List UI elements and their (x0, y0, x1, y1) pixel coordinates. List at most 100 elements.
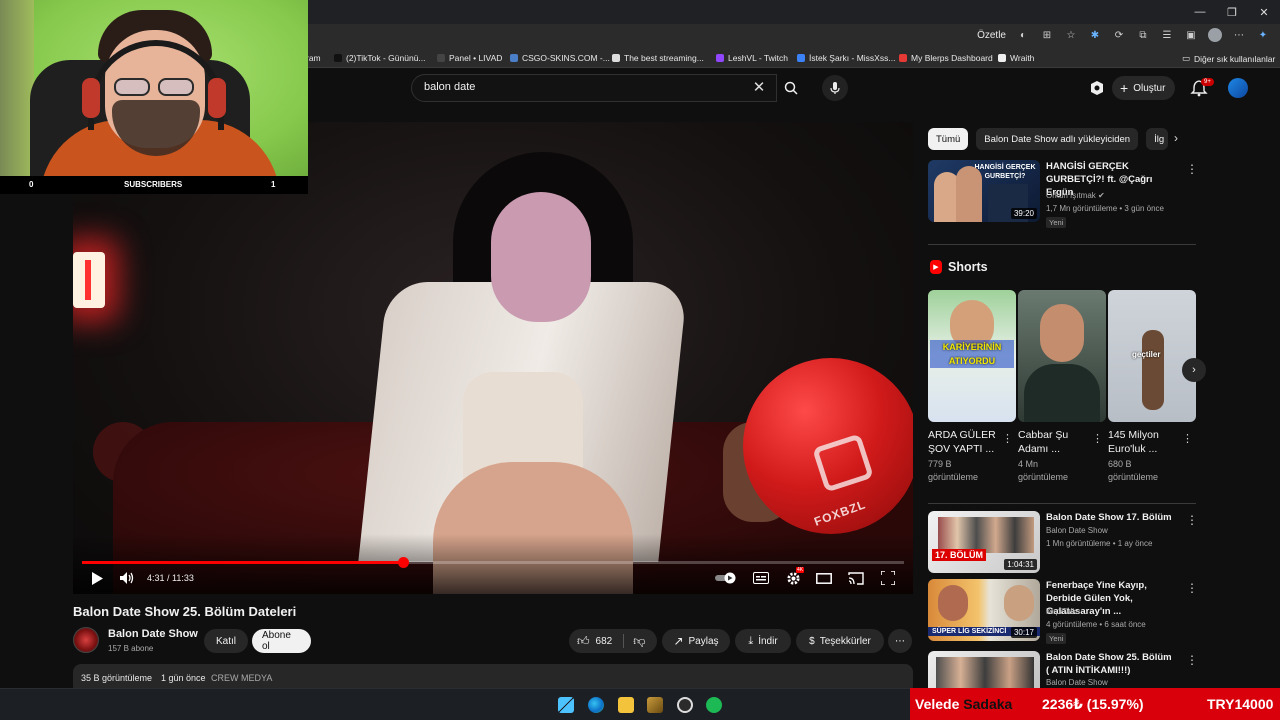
more-actions-button[interactable]: ⋯ (888, 629, 912, 653)
bookmark-favicon-icon (334, 54, 342, 62)
short-title[interactable]: 145 Milyon Euro'luk ... (1108, 428, 1184, 456)
file-explorer-icon[interactable] (618, 697, 634, 713)
subtitles-button[interactable] (752, 570, 770, 586)
search-button[interactable] (777, 74, 805, 102)
video-thumbnail[interactable]: 17. BÖLÜM 1:04:31 (928, 511, 1040, 573)
play-button[interactable] (89, 570, 105, 586)
chevron-right-icon[interactable]: › (1174, 131, 1178, 145)
video-thumbnail[interactable] (928, 651, 1040, 688)
recommended-video[interactable]: 17. BÖLÜM 1:04:31 Balon Date Show 17. Bö… (928, 511, 1198, 573)
collections-icon[interactable]: ▣ (1184, 28, 1198, 42)
join-button[interactable]: Katıl (204, 629, 248, 653)
profile-avatar[interactable] (1208, 28, 1222, 42)
video-thumbnail[interactable]: SÜPER LİG SEKİZİNCİ 30:17 (928, 579, 1040, 641)
duration-badge: 30:17 (1010, 627, 1037, 638)
edge-browser-icon[interactable] (588, 697, 604, 713)
channel-name[interactable]: KirpiTalks (1046, 607, 1080, 616)
search-input[interactable] (424, 81, 744, 93)
recommended-video[interactable]: HANGİSİ GERÇEK GURBETÇİ? 39:20 HANGİSİ G… (928, 160, 1198, 230)
bookmark-item[interactable]: Panel • LIVAD (437, 53, 502, 63)
search-box[interactable] (411, 74, 777, 102)
short-item[interactable]: KARİYERİNİN ATIYORDU ARDA GÜLER ŞOV YAPT… (928, 290, 1016, 484)
theater-mode-button[interactable] (815, 570, 833, 586)
create-button[interactable]: + Oluştur (1112, 76, 1176, 100)
short-title[interactable]: ARDA GÜLER ŞOV YAPTI ... (928, 428, 1004, 456)
extensions-icon[interactable]: ⧉ (1136, 28, 1150, 42)
short-thumbnail[interactable]: KARİYERİNİN ATIYORDU (928, 290, 1016, 422)
apps-icon[interactable]: ⊞ (1040, 28, 1054, 42)
bookmark-item[interactable]: LeshVL - Twitch (716, 53, 788, 63)
bookmark-item[interactable]: İstek Şarkı - MissXss... (797, 53, 895, 63)
copilot-sidebar-icon[interactable]: ✦ (1256, 28, 1270, 42)
obs-icon[interactable] (677, 697, 693, 713)
league-launcher-icon[interactable] (647, 697, 663, 713)
split-screen-icon[interactable]: ◐ (1016, 28, 1030, 42)
kebab-menu-icon[interactable]: ⋮ (1186, 513, 1198, 527)
channel-name[interactable]: Balon Date Show (108, 628, 198, 640)
subscriber-goal-start: 0 (29, 180, 34, 189)
account-avatar[interactable] (1228, 78, 1248, 98)
like-button[interactable]: 👍︎ 682 (577, 634, 612, 649)
filter-chip[interactable]: İlg (1146, 128, 1169, 150)
bookmark-item[interactable]: ram (306, 53, 321, 63)
kebab-menu-icon[interactable]: ⋮ (1186, 653, 1196, 667)
download-button[interactable]: ⤓ İndir (735, 629, 791, 653)
channel-name[interactable]: Balon Date Show (1046, 678, 1108, 687)
short-title[interactable]: Cabbar Şu Adamı ... (1018, 428, 1094, 456)
bookmark-item[interactable]: Wraith (998, 53, 1034, 63)
close-icon[interactable]: ✕ (1248, 0, 1280, 24)
filter-chip[interactable]: Tümü (928, 128, 969, 150)
recommended-video[interactable]: Balon Date Show 25. Bölüm ( ATIN İNTİKAM… (928, 651, 1196, 688)
filter-chip[interactable]: Balon Date Show adlı yükleyiciden (976, 128, 1139, 150)
bookmark-item[interactable]: CSGO-SKINS.COM -... (510, 53, 610, 63)
more-icon[interactable]: ⋯ (1232, 28, 1246, 42)
copilot-icon[interactable]: ✱ (1088, 28, 1102, 42)
voice-search-button[interactable] (822, 75, 848, 101)
short-thumbnail[interactable]: geçtiler (1108, 290, 1196, 422)
bookmark-item[interactable]: The best streaming... (612, 53, 704, 63)
minimize-icon[interactable]: — (1184, 0, 1216, 24)
bookmark-item[interactable]: (2)TikTok - Gününü... (334, 53, 426, 63)
autoplay-toggle[interactable] (715, 570, 739, 586)
recommended-video[interactable]: SÜPER LİG SEKİZİNCİ 30:17 Fenerbaçe Yine… (928, 579, 1198, 644)
subscribe-button[interactable]: Abone ol (252, 629, 311, 653)
video-thumbnail[interactable]: HANGİSİ GERÇEK GURBETÇİ? 39:20 (928, 160, 1040, 222)
fullscreen-button[interactable] (879, 570, 897, 586)
share-button[interactable]: ↗ Paylaş (662, 629, 730, 653)
short-item[interactable]: geçtiler 145 Milyon Euro'luk ... 680 B g… (1108, 290, 1196, 484)
other-bookmarks-folder[interactable]: ▭ Diğer sık kullanılanlar (1182, 53, 1275, 64)
short-thumbnail[interactable] (1018, 290, 1106, 422)
spotify-icon[interactable] (706, 697, 722, 713)
thanks-button[interactable]: $ Teşekkürler (796, 629, 884, 653)
kebab-menu-icon[interactable]: ⋮ (1182, 432, 1193, 445)
maximize-icon[interactable]: ❐ (1216, 0, 1248, 24)
kebab-menu-icon[interactable]: ⋮ (1186, 162, 1198, 176)
channel-avatar[interactable] (73, 627, 99, 653)
new-badge: Yeni (1046, 633, 1067, 644)
clear-search-icon[interactable]: ✕ (750, 80, 768, 98)
kebab-menu-icon[interactable]: ⋮ (1092, 432, 1103, 445)
settings-button[interactable]: 4K (784, 567, 805, 586)
kebab-menu-icon[interactable]: ⋮ (1186, 581, 1198, 595)
studio-icon[interactable] (1088, 80, 1106, 96)
thumbs-down-icon[interactable]: 👎︎ (633, 634, 645, 649)
search-icon (784, 81, 798, 95)
favorite-star-icon[interactable]: ☆ (1064, 28, 1078, 42)
windows-start-icon[interactable] (558, 697, 574, 713)
channel-name[interactable]: Balon Date Show (1046, 526, 1108, 535)
progress-bar[interactable] (82, 557, 904, 568)
shorts-next-button[interactable]: › (1182, 358, 1206, 382)
kebab-menu-icon[interactable]: ⋮ (1002, 432, 1013, 445)
refresh-icon[interactable]: ⟳ (1112, 28, 1126, 42)
bookmark-item[interactable]: My Blerps Dashboard (899, 53, 993, 63)
short-item[interactable]: Cabbar Şu Adamı ... 4 Mn görüntüleme ⋮ (1018, 290, 1106, 484)
favorites-icon[interactable]: ☰ (1160, 28, 1174, 42)
channel-name[interactable]: Orkun Işıtmak ✔ (1046, 191, 1105, 200)
description-tag[interactable]: CREW MEDYA (211, 673, 272, 683)
video-title[interactable]: Balon Date Show 17. Bölüm (1046, 511, 1174, 524)
cast-button[interactable] (847, 570, 865, 586)
divider (623, 634, 625, 648)
volume-button[interactable] (119, 570, 135, 586)
video-title[interactable]: Balon Date Show 25. Bölüm ( ATIN İNTİKAM… (1046, 651, 1174, 677)
summarize-button[interactable]: Özetle (977, 30, 1006, 41)
